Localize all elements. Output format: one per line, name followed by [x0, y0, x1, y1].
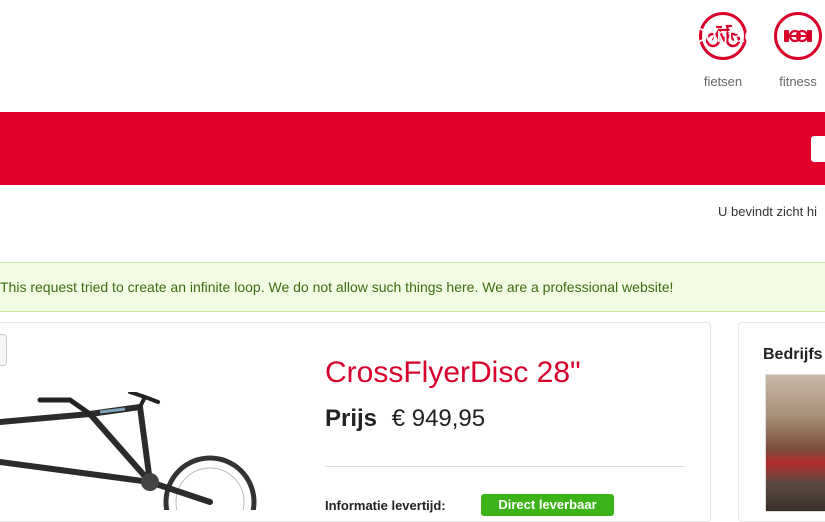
- company-photo[interactable]: [765, 374, 825, 512]
- category-fitness-label: fitness: [779, 74, 817, 89]
- product-title: CrossFlyerDisc 28": [325, 356, 581, 389]
- price-label: Prijs: [325, 405, 378, 432]
- notice-banner: This request tried to create an infinite…: [0, 262, 825, 312]
- nav-item-accessoires[interactable]: Accessoires: [260, 0, 368, 73]
- nav-item-service[interactable]: Service: [391, 0, 458, 73]
- breadcrumb: U bevindt zicht hi: [718, 204, 817, 219]
- main-nav: [0, 112, 825, 185]
- availability-badge: Direct leverbaar: [481, 494, 614, 516]
- side-panel-title: Bedrijfs: [763, 346, 823, 363]
- fitness-icon: [774, 12, 822, 60]
- nav-item-home[interactable]: Home: [0, 0, 42, 73]
- delivery-info-label: Informatie levertijd:: [325, 498, 446, 513]
- category-fietsen-label: fietsen: [703, 74, 743, 89]
- notice-text: This request tried to create an infinite…: [0, 279, 674, 295]
- nav-item-over-ons[interactable]: Over ons: [484, 0, 565, 73]
- divider: [325, 466, 685, 467]
- nav-item-fietsen[interactable]: Fietsen: [75, 0, 141, 73]
- price-value: € 949,95: [391, 405, 486, 432]
- category-fitness[interactable]: fitness: [768, 12, 825, 89]
- product-image[interactable]: [0, 392, 260, 510]
- gallery-button[interactable]: [0, 334, 7, 366]
- nav-item-contact[interactable]: Contact: [691, 0, 760, 73]
- price-row: Prijs € 949,95: [325, 405, 485, 433]
- search-input[interactable]: [811, 136, 825, 162]
- nav-item-nieuws[interactable]: Nieuws: [595, 0, 661, 73]
- nav-item-fitness[interactable]: Fitness: [169, 0, 233, 73]
